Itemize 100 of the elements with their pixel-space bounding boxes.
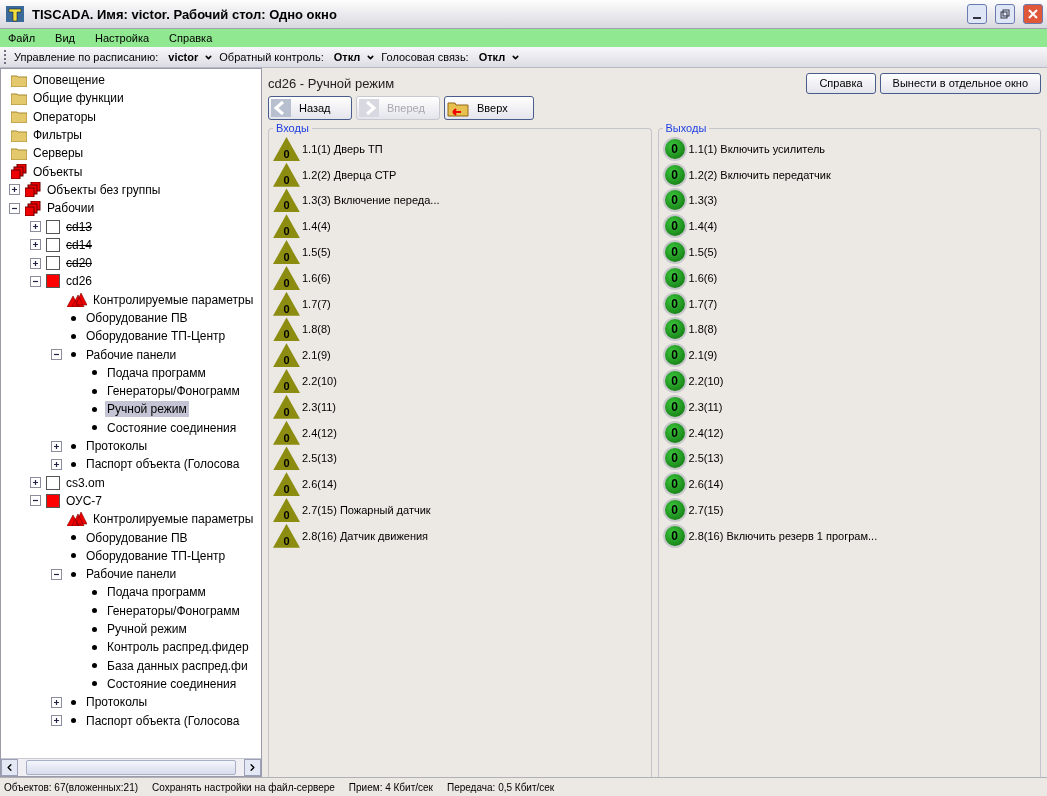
signal-label: 1.4(4) xyxy=(688,220,718,233)
tree-item[interactable]: База данных распред.фи xyxy=(105,657,250,674)
expand-toggle[interactable] xyxy=(30,275,41,287)
tree-item[interactable]: Контроль распред.фидер xyxy=(105,639,251,656)
tree-item[interactable]: Оборудование ПВ xyxy=(84,529,190,546)
round-indicator[interactable]: 0 xyxy=(662,472,687,497)
round-indicator[interactable]: 0 xyxy=(662,523,687,548)
tree-item[interactable]: Протоколы xyxy=(84,438,150,455)
tree-item[interactable]: Фильтры xyxy=(31,127,84,144)
toolbar-dropdown[interactable]: victor xyxy=(162,51,216,63)
expand-toggle[interactable] xyxy=(51,715,62,727)
round-indicator[interactable]: 0 xyxy=(662,240,687,265)
tree-item[interactable]: Объекты xyxy=(31,163,85,180)
tree-item[interactable]: Подача программ xyxy=(105,584,208,601)
round-indicator[interactable]: 0 xyxy=(662,162,687,187)
menu-item[interactable]: Справка xyxy=(169,32,213,44)
expand-toggle[interactable] xyxy=(9,184,20,196)
expand-toggle[interactable] xyxy=(51,349,62,361)
round-indicator[interactable]: 0 xyxy=(662,188,687,213)
round-indicator[interactable]: 0 xyxy=(662,420,687,445)
bullet-icon xyxy=(92,663,97,669)
tree-item[interactable]: Рабочии xyxy=(45,200,97,217)
signal-label: 2.8(16) Включить резерв 1 програм... xyxy=(688,529,878,542)
expand-toggle[interactable] xyxy=(51,568,62,580)
minimize-button[interactable] xyxy=(967,4,987,24)
expand-toggle[interactable] xyxy=(51,440,62,452)
triangle-indicator: 0 xyxy=(273,369,300,394)
signal-label: 1.1(1) Включить усилитель xyxy=(688,142,826,155)
expand-toggle[interactable] xyxy=(30,477,41,489)
menu-item[interactable]: Файл xyxy=(8,32,36,44)
bullet-icon xyxy=(92,407,97,412)
tree-item[interactable]: cd26 xyxy=(64,273,95,290)
round-indicator[interactable]: 0 xyxy=(662,136,687,161)
tree-item[interactable]: Состояние соединения xyxy=(105,675,239,692)
tree-item[interactable]: Операторы xyxy=(31,108,98,125)
round-indicator[interactable]: 0 xyxy=(662,498,687,523)
folder-icon xyxy=(11,110,27,124)
tree-item[interactable]: Паспорт объекта (Голосова xyxy=(84,712,242,729)
tree-item[interactable]: Ручной режим xyxy=(105,401,189,418)
bullet-icon xyxy=(92,425,97,431)
bullet-icon xyxy=(71,443,76,449)
triangle-indicator: 0 xyxy=(273,394,300,419)
action-button[interactable]: Справка xyxy=(806,72,876,94)
signal-label: 2.7(15) xyxy=(688,504,724,517)
scroll-left-button[interactable] xyxy=(1,759,18,776)
toolbar-dropdown[interactable]: Откл xyxy=(327,51,378,63)
tree-item[interactable]: Протоколы xyxy=(84,694,150,711)
tree-item[interactable]: Оборудование ТП-Центр xyxy=(84,547,228,564)
tree-item[interactable]: Объекты без группы xyxy=(45,181,163,198)
round-indicator[interactable]: 0 xyxy=(662,394,687,419)
triangle-indicator: 0 xyxy=(273,214,300,239)
signal-label: 1.2(2) Включить передатчик xyxy=(688,168,831,181)
tree-item[interactable]: cs3.om xyxy=(64,474,107,491)
tree-item[interactable]: Состояние соединения xyxy=(105,419,239,436)
triangle-indicator: 0 xyxy=(273,498,300,523)
expand-toggle[interactable] xyxy=(51,458,62,470)
action-button[interactable]: Вынести в отдельное окно xyxy=(879,72,1041,94)
round-indicator[interactable]: 0 xyxy=(662,265,687,290)
round-indicator[interactable]: 0 xyxy=(662,214,687,239)
expand-toggle[interactable] xyxy=(51,696,62,708)
tree-item[interactable]: Оповещение xyxy=(31,72,107,89)
tree-item[interactable]: Подача программ xyxy=(105,364,208,381)
tree-item[interactable]: Серверы xyxy=(31,145,86,162)
close-button[interactable] xyxy=(1023,4,1043,24)
tree-item[interactable]: Генераторы/Фонограмм xyxy=(105,602,242,619)
restore-button[interactable] xyxy=(995,4,1015,24)
toolbar-grip[interactable] xyxy=(4,50,8,64)
toolbar-dropdown[interactable]: Откл xyxy=(472,51,523,63)
tree-item[interactable]: Рабочие панели xyxy=(84,346,179,363)
signal-label: 1.4(4) xyxy=(302,220,331,233)
menu-item[interactable]: Вид xyxy=(55,32,75,44)
round-indicator[interactable]: 0 xyxy=(662,446,687,471)
plus-icon xyxy=(11,186,18,194)
tree-item[interactable]: Ручной режим xyxy=(105,621,189,638)
horizontal-scrollbar[interactable] xyxy=(1,758,261,776)
triangle-indicator: 0 xyxy=(273,317,300,342)
tree-item[interactable]: Контролируемые параметры xyxy=(91,511,256,528)
signal-label: 1.7(7) xyxy=(688,297,718,310)
scroll-thumb[interactable] xyxy=(26,760,236,775)
nav-button[interactable]: Назад xyxy=(268,96,352,120)
tree-item[interactable]: Оборудование ТП-Центр xyxy=(84,328,228,345)
scroll-right-button[interactable] xyxy=(244,759,261,776)
tree-item[interactable]: ОУС-7 xyxy=(64,492,105,509)
expand-toggle[interactable] xyxy=(9,202,20,214)
round-indicator[interactable]: 0 xyxy=(662,317,687,342)
tree-item[interactable]: Паспорт объекта (Голосова xyxy=(84,456,242,473)
tree-item[interactable]: Общие функции xyxy=(31,90,126,107)
triangle-indicator: 0 xyxy=(273,420,300,445)
tree-item[interactable]: Рабочие панели xyxy=(84,566,179,583)
tree-item[interactable]: Контролируемые параметры xyxy=(91,291,256,308)
round-indicator[interactable]: 0 xyxy=(662,291,687,316)
round-indicator[interactable]: 0 xyxy=(662,369,687,394)
expand-toggle[interactable] xyxy=(30,495,41,507)
round-indicator[interactable]: 0 xyxy=(662,343,687,368)
signal-label: 2.3(11) xyxy=(302,400,337,413)
tree-item[interactable]: Оборудование ПВ xyxy=(84,310,190,326)
tree-item[interactable]: Генераторы/Фонограмм xyxy=(105,383,242,400)
menu-item[interactable]: Настройка xyxy=(94,32,150,44)
bullet-icon xyxy=(71,333,76,339)
nav-button[interactable]: Вверх xyxy=(444,96,534,120)
